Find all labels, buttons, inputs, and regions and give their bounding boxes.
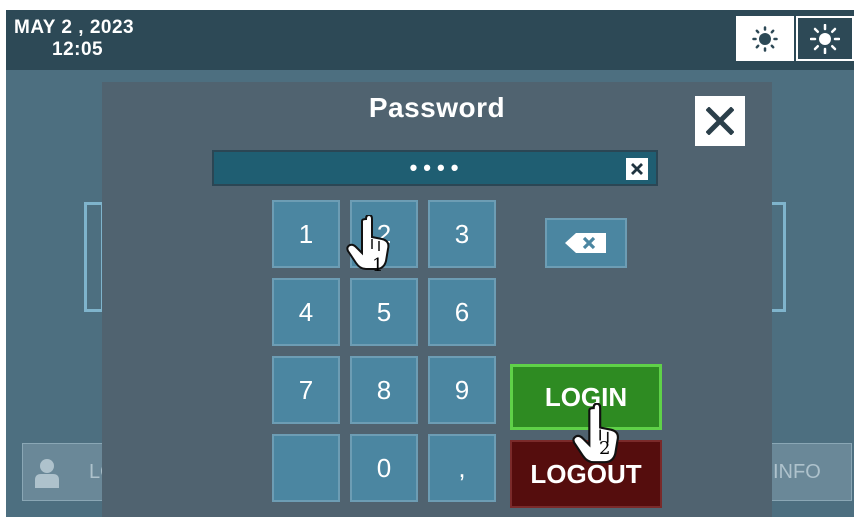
clear-password-button[interactable] [626,158,648,180]
brightness-high-button[interactable] [796,16,854,61]
hand-pointer-icon [346,215,390,270]
key-blank[interactable] [272,434,340,502]
key-6[interactable]: 6 [428,278,496,346]
close-icon [706,107,734,135]
step-number-1: 1 [372,255,384,276]
step-number-2: 2 [599,438,611,459]
key-4[interactable]: 4 [272,278,340,346]
password-dialog: Password •••• 1 2 3 4 5 6 7 8 9 0 , LOGI… [102,82,772,517]
clear-x-icon [631,163,643,175]
background-panel-left [84,202,104,312]
time-text: 12:05 [52,39,104,60]
password-input[interactable]: •••• [212,150,658,186]
key-9[interactable]: 9 [428,356,496,424]
sun-bright-icon [810,23,840,54]
sun-dim-icon [752,25,778,52]
key-comma[interactable]: , [428,434,496,502]
key-0[interactable]: 0 [350,434,418,502]
key-8[interactable]: 8 [350,356,418,424]
user-icon [35,459,59,488]
date-text: MAY 2 , 2023 [14,17,135,38]
footer-info-label[interactable]: INFO [773,461,821,484]
password-mask-text: •••• [409,155,465,180]
key-3[interactable]: 3 [428,200,496,268]
brightness-low-button[interactable] [736,16,794,61]
date-time-display: MAY 2 , 2023 12:05 [14,17,134,61]
backspace-icon [565,233,606,253]
hand-pointer-icon [572,403,619,464]
key-1[interactable]: 1 [272,200,340,268]
backspace-button[interactable] [545,218,627,268]
touch-screen: MAY 2 , 2023 12:05 INFO Password •••• 1 … [6,10,854,517]
close-button[interactable] [695,96,745,146]
dialog-title: Password [368,92,506,123]
top-bar: MAY 2 , 2023 12:05 [6,10,854,70]
key-7[interactable]: 7 [272,356,340,424]
key-5[interactable]: 5 [350,278,418,346]
